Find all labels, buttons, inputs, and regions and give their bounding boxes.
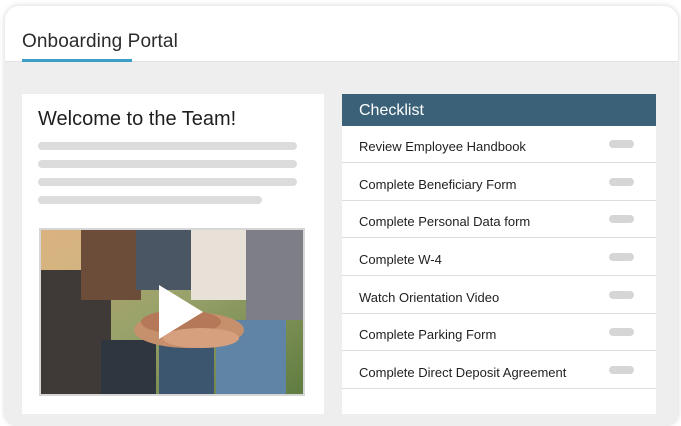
status-pill xyxy=(609,253,634,261)
portal-window: Onboarding Portal Welcome to the Team! C… xyxy=(5,6,678,426)
page-title: Onboarding Portal xyxy=(22,31,178,52)
placeholder-text-line xyxy=(38,196,262,204)
checklist-card: Checklist Review Employee Handbook Compl… xyxy=(342,94,656,414)
checklist-item-complete-w4[interactable]: Complete W-4 xyxy=(342,239,656,276)
checklist-item-label: Complete W-4 xyxy=(359,252,442,267)
checklist-item-review-employee-handbook[interactable]: Review Employee Handbook xyxy=(342,126,656,163)
welcome-title: Welcome to the Team! xyxy=(38,108,237,130)
checklist-header: Checklist xyxy=(342,94,656,126)
status-pill xyxy=(609,178,634,186)
page-header: Onboarding Portal xyxy=(5,6,678,62)
checklist-item-label: Complete Personal Data form xyxy=(359,214,531,229)
checklist-item-complete-parking-form[interactable]: Complete Parking Form xyxy=(342,314,656,351)
checklist-item-label: Complete Direct Deposit Agreement xyxy=(359,365,567,380)
status-pill xyxy=(609,328,634,336)
checklist-item-label: Complete Beneficiary Form xyxy=(359,177,517,192)
orientation-video-player[interactable] xyxy=(39,228,305,396)
welcome-card: Welcome to the Team! xyxy=(22,94,324,414)
checklist-item-label: Review Employee Handbook xyxy=(359,139,526,154)
placeholder-text-line xyxy=(38,160,297,168)
placeholder-text-line xyxy=(38,178,297,186)
status-pill xyxy=(609,291,634,299)
status-pill xyxy=(609,215,634,223)
checklist-item-complete-direct-deposit-agreement[interactable]: Complete Direct Deposit Agreement xyxy=(342,352,656,389)
checklist-title: Checklist xyxy=(359,102,424,119)
status-pill xyxy=(609,140,634,148)
status-pill xyxy=(609,366,634,374)
checklist-item-complete-personal-data-form[interactable]: Complete Personal Data form xyxy=(342,201,656,238)
checklist-item-complete-beneficiary-form[interactable]: Complete Beneficiary Form xyxy=(342,164,656,201)
video-thumbnail xyxy=(41,230,303,394)
checklist-item-label: Complete Parking Form xyxy=(359,327,497,342)
checklist-item-label: Watch Orientation Video xyxy=(359,290,500,305)
checklist-item-watch-orientation-video[interactable]: Watch Orientation Video xyxy=(342,277,656,314)
title-underline xyxy=(22,59,132,62)
placeholder-text-line xyxy=(38,142,297,150)
